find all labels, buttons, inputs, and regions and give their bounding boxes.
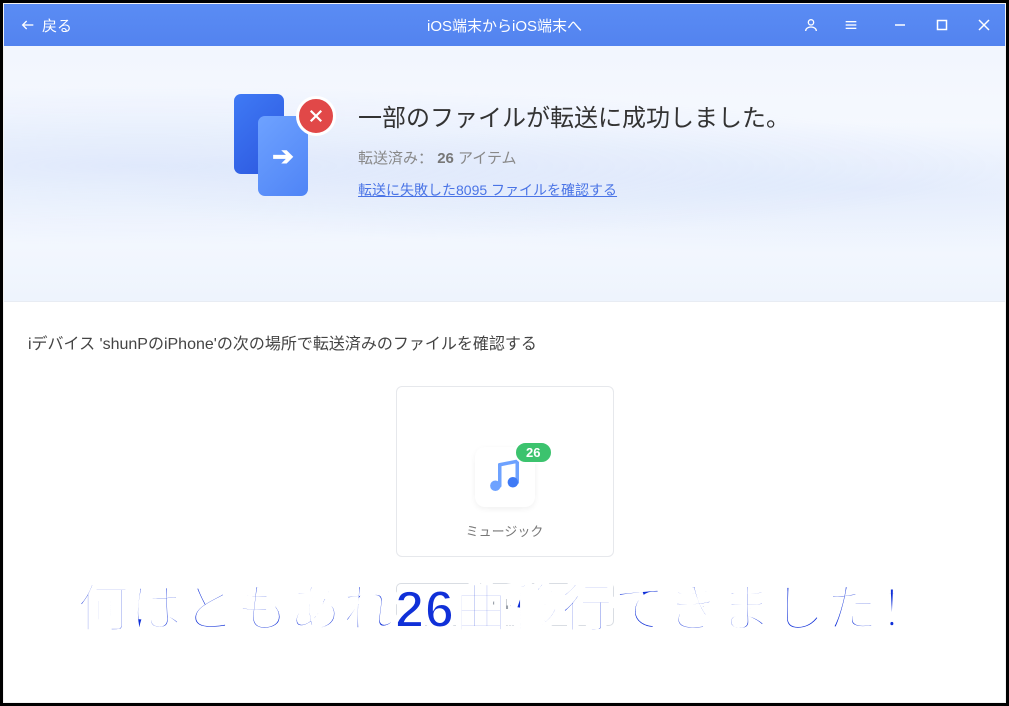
- minimize-icon: [894, 19, 906, 31]
- back-label: 戻る: [42, 15, 72, 36]
- body-area: iデバイス 'shunPのiPhone'の次の場所で転送済みのファイルを確認する…: [4, 302, 1005, 626]
- back-button[interactable]: 戻る: [4, 15, 88, 36]
- category-card-music[interactable]: 26 ミュージック: [396, 386, 614, 557]
- window-controls: [879, 4, 1005, 46]
- account-button[interactable]: [791, 4, 831, 46]
- music-icon-wrap: 26: [475, 447, 535, 507]
- summary-prefix: 転送済み：: [358, 150, 433, 167]
- arrow-right-icon: ➔: [272, 141, 294, 172]
- summary-suffix: アイテム: [458, 150, 517, 167]
- category-label: ミュージック: [407, 521, 603, 540]
- user-icon: [803, 17, 819, 33]
- maximize-button[interactable]: [921, 4, 963, 46]
- menu-icon: [843, 17, 859, 33]
- close-icon: [978, 19, 990, 31]
- titlebar: 戻る iOS端末からiOS端末へ: [4, 4, 1005, 46]
- count-badge: 26: [514, 441, 552, 464]
- result-hero: ➔ 一部のファイルが転送に成功しました。 転送済み： 26 アイテム 転送に失敗…: [4, 46, 1005, 302]
- menu-button[interactable]: [831, 4, 871, 46]
- partial-fail-badge: [296, 96, 336, 136]
- maximize-icon: [936, 19, 948, 31]
- result-headline: 一部のファイルが転送に成功しました。: [358, 98, 790, 133]
- transfer-illustration: ➔: [234, 94, 324, 204]
- x-icon: [307, 107, 325, 125]
- ok-button[interactable]: OK: [396, 583, 614, 626]
- summary-count: 26: [437, 150, 454, 167]
- arrow-left-icon: [20, 17, 36, 33]
- minimize-button[interactable]: [879, 4, 921, 46]
- close-button[interactable]: [963, 4, 1005, 46]
- device-sentence: iデバイス 'shunPのiPhone'の次の場所で転送済みのファイルを確認する: [28, 330, 981, 354]
- result-text: 一部のファイルが転送に成功しました。 転送済み： 26 アイテム 転送に失敗した…: [358, 98, 790, 200]
- titlebar-actions: [791, 4, 1005, 46]
- summary-line: 転送済み： 26 アイテム: [358, 147, 790, 168]
- failed-files-link[interactable]: 転送に失敗した8095 ファイルを確認する: [358, 182, 617, 198]
